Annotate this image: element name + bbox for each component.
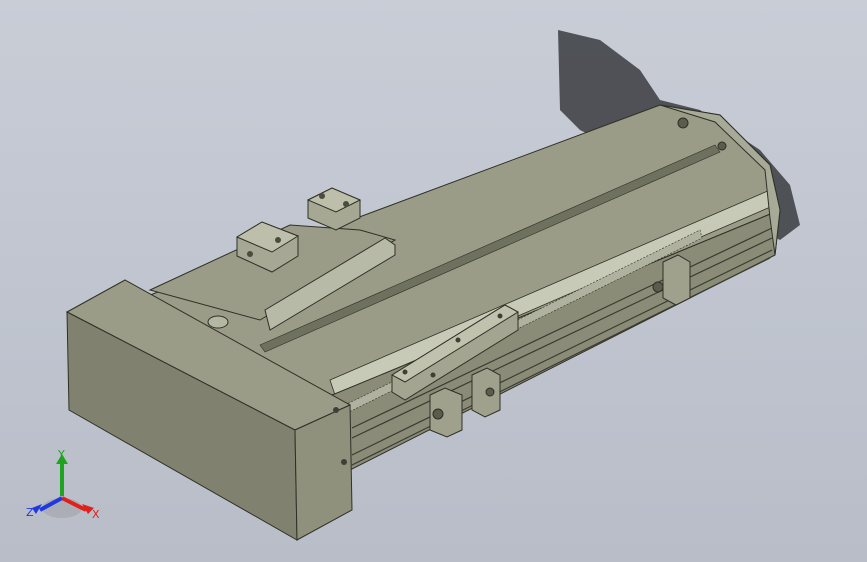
triad-base: [42, 498, 82, 518]
y-axis-label: Y: [57, 448, 65, 461]
front-block-screw: [341, 459, 347, 465]
front-block-hole: [333, 407, 339, 413]
cad-viewport[interactable]: Y X Z: [0, 0, 867, 562]
z-axis-label: Z: [26, 506, 34, 519]
sensor-bracket-1: [429, 387, 463, 438]
x-axis-label: X: [92, 508, 100, 521]
sensor-bracket-2: [471, 367, 501, 418]
end-cap-screw-1: [677, 117, 689, 129]
end-cap-screw-2: [717, 141, 727, 151]
linear-actuator-model[interactable]: [0, 0, 867, 562]
shaft-end: [207, 315, 229, 329]
axis-triad[interactable]: Y X Z: [22, 446, 112, 532]
